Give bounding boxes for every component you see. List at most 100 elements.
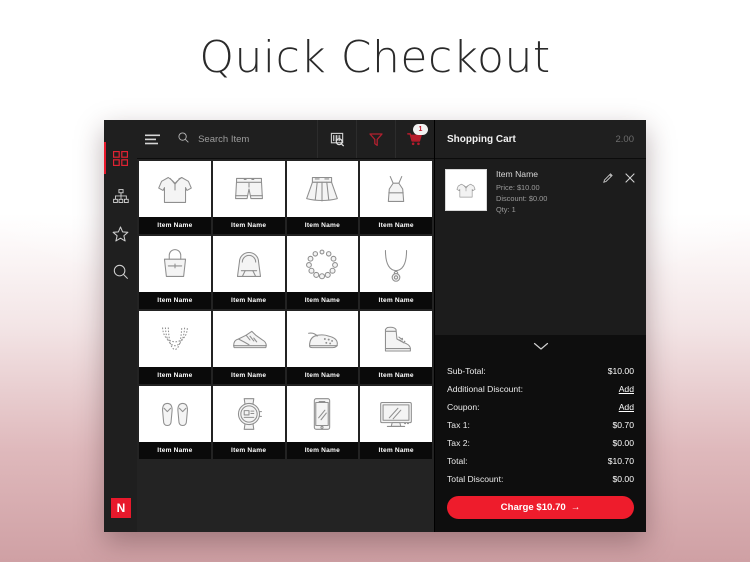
total-label: Total:	[447, 456, 468, 466]
product-tile[interactable]: Item Name	[360, 161, 432, 234]
cart-count: 2.00	[615, 133, 635, 145]
product-tile[interactable]: Item Name	[139, 311, 211, 384]
search-input[interactable]	[198, 133, 317, 145]
product-tile[interactable]: Item Name	[286, 311, 359, 384]
rail-item-dashboard[interactable]	[104, 139, 137, 177]
rail-icon-list	[104, 139, 137, 291]
smartwatch-icon	[212, 386, 285, 442]
shopping-cart-panel: Shopping Cart 2.00 Item Name Price: $10.…	[434, 120, 646, 532]
brand-logo[interactable]: N	[111, 498, 131, 518]
cart-badge: 1	[413, 124, 428, 135]
rail-item-categories[interactable]	[104, 177, 137, 215]
clog-icon	[286, 311, 359, 367]
toolbar-actions: 1	[317, 120, 434, 158]
cart-item-price: Price: $10.00	[496, 183, 540, 192]
product-tile-label: Item Name	[139, 292, 211, 309]
cart-icon[interactable]: 1	[395, 120, 434, 158]
total-action-link[interactable]: Add	[619, 384, 634, 394]
page-title: Quick Checkout	[199, 32, 551, 83]
hamburger-icon[interactable]	[137, 120, 168, 158]
charge-button[interactable]: Charge $10.70 →	[447, 496, 634, 519]
product-tile-label: Item Name	[360, 217, 432, 234]
pos-app-window: N Search Item 1 Item Name Item Name Item…	[104, 120, 646, 532]
search-bar[interactable]	[168, 130, 317, 148]
search-icon	[113, 264, 129, 280]
cart-item-actions	[601, 169, 636, 184]
pencil-icon[interactable]	[601, 171, 614, 184]
total-row: Sub-Total: $10.00	[447, 362, 634, 380]
product-tile[interactable]: Item Name	[360, 311, 432, 384]
total-label: Tax 2:	[447, 438, 470, 448]
product-tile[interactable]: Item Name	[139, 386, 211, 459]
product-grid-area: Item Name Item Name Item Name Item Name …	[137, 159, 434, 532]
product-tile-label: Item Name	[212, 442, 285, 459]
product-tile-label: Item Name	[139, 442, 211, 459]
product-tile-label: Item Name	[212, 217, 285, 234]
product-tile-label: Item Name	[212, 292, 285, 309]
close-icon[interactable]	[623, 171, 636, 184]
tote-bag-icon	[139, 236, 211, 292]
total-row: Total Discount: $0.00	[447, 470, 634, 488]
sneaker-icon	[212, 311, 285, 367]
product-tile[interactable]: Item Name	[212, 236, 285, 309]
product-tile[interactable]: Item Name	[286, 236, 359, 309]
product-tile[interactable]: Item Name	[286, 161, 359, 234]
filter-icon[interactable]	[356, 120, 395, 158]
product-tile[interactable]: Item Name	[139, 161, 211, 234]
total-value: $10.00	[607, 366, 634, 376]
product-tile-label: Item Name	[360, 442, 432, 459]
product-tile[interactable]: Item Name	[360, 386, 432, 459]
product-tile[interactable]: Item Name	[212, 161, 285, 234]
rail-item-search[interactable]	[104, 253, 137, 291]
product-tile-label: Item Name	[360, 292, 432, 309]
cart-item-discount: Discount: $0.00	[496, 194, 548, 204]
product-tile-label: Item Name	[139, 217, 211, 234]
charge-area: Charge $10.70 →	[435, 488, 646, 532]
shorts-icon	[212, 161, 285, 217]
total-action-link[interactable]: Add	[619, 402, 634, 412]
product-tile[interactable]: Item Name	[212, 311, 285, 384]
dress-icon	[360, 161, 432, 217]
product-tile-label: Item Name	[139, 367, 211, 384]
product-tile-label: Item Name	[360, 367, 432, 384]
barcode-scan-icon[interactable]	[317, 120, 356, 158]
rail-item-favorites[interactable]	[104, 215, 137, 253]
sitemap-icon	[112, 188, 129, 204]
total-label: Sub-Total:	[447, 366, 486, 376]
monitor-icon	[360, 386, 432, 442]
polo-shirt-icon	[139, 161, 211, 217]
total-row: Additional Discount: Add	[447, 380, 634, 398]
cart-item-qty: Qty: 1	[496, 205, 516, 215]
product-grid: Item Name Item Name Item Name Item Name …	[139, 161, 432, 459]
total-label: Additional Discount:	[447, 384, 523, 394]
top-toolbar: 1	[137, 120, 434, 159]
cart-item-details: Item Name Price: $10.00 Discount: $0.00 …	[496, 169, 592, 215]
product-tile[interactable]: Item Name	[139, 236, 211, 309]
total-value: $0.00	[612, 474, 634, 484]
skirt-icon	[286, 161, 359, 217]
total-value: $0.70	[612, 420, 634, 430]
total-label: Total Discount:	[447, 474, 504, 484]
product-tile-label: Item Name	[286, 217, 359, 234]
product-tile-label: Item Name	[286, 367, 359, 384]
cart-title: Shopping Cart	[447, 133, 516, 145]
total-label: Tax 1:	[447, 420, 470, 430]
bead-bracelet-icon	[286, 236, 359, 292]
charge-label: Charge $10.70	[500, 502, 566, 513]
total-label: Coupon:	[447, 402, 480, 412]
cart-line-item[interactable]: Item Name Price: $10.00 Discount: $0.00 …	[435, 159, 646, 215]
left-nav-rail: N	[104, 120, 137, 532]
chevron-down-icon	[533, 338, 549, 356]
cart-collapse-toggle[interactable]	[435, 335, 646, 359]
product-tile[interactable]: Item Name	[212, 386, 285, 459]
total-value: $0.00	[612, 438, 634, 448]
smartphone-icon	[286, 386, 359, 442]
product-tile[interactable]: Item Name	[360, 236, 432, 309]
total-value: $10.70	[607, 456, 634, 466]
product-tile-label: Item Name	[286, 442, 359, 459]
total-row: Coupon: Add	[447, 398, 634, 416]
product-tile[interactable]: Item Name	[286, 386, 359, 459]
catalog-panel: 1 Item Name Item Name Item Name Item Nam…	[137, 120, 434, 532]
total-row: Tax 2: $0.00	[447, 434, 634, 452]
product-tile-label: Item Name	[212, 367, 285, 384]
